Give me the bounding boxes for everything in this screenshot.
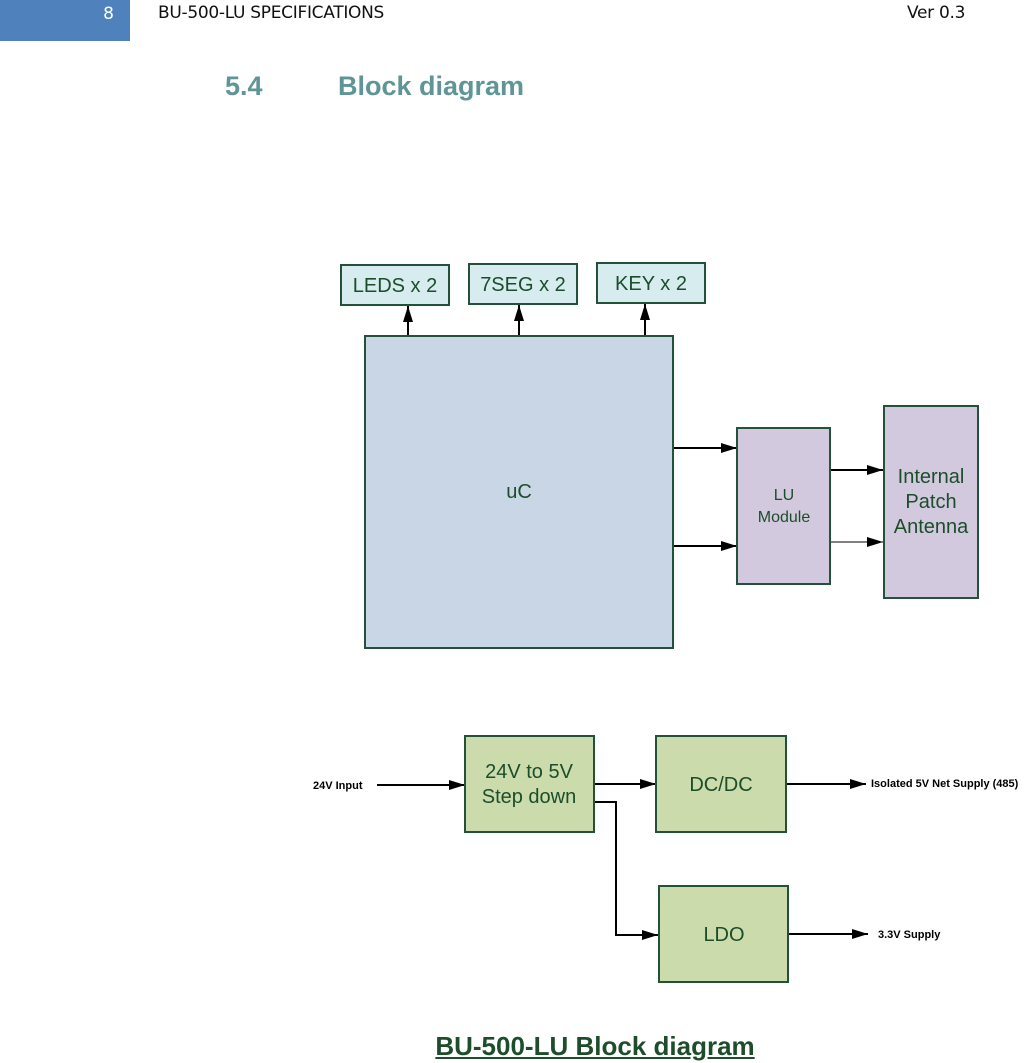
leds-label: LEDS x 2 (353, 275, 437, 297)
uc-block: uC (364, 335, 674, 649)
step-down-label-line1: 24V to 5V (485, 761, 574, 783)
key-block: KEY x 2 (596, 262, 706, 304)
7seg-label: 7SEG x 2 (480, 274, 566, 296)
ldo-label: LDO (703, 924, 744, 946)
arrow-stepdown-to-ldo (595, 801, 658, 940)
7seg-block: 7SEG x 2 (468, 263, 578, 305)
antenna-label-line2: Patch (905, 491, 956, 513)
uc-label: uC (506, 481, 532, 503)
lu-module-label-line2: Module (758, 509, 811, 526)
block-diagram: LEDS x 2 7SEG x 2 KEY x 2 uC LU Module I… (313, 262, 1019, 983)
antenna-label-line1: Internal (898, 466, 965, 488)
lu-module-label-line1: LU (774, 487, 794, 504)
leds-block: LEDS x 2 (340, 264, 450, 306)
input-24v-label: 24V Input (313, 780, 363, 792)
dcdc-block: DC/DC (655, 735, 787, 833)
step-down-block: 24V to 5V Step down (464, 735, 595, 833)
ldo-block: LDO (658, 885, 789, 983)
isolated-supply-label: Isolated 5V Net Supply (485) (871, 778, 1019, 790)
antenna-label-line3: Antenna (894, 516, 969, 538)
step-down-label-line2: Step down (482, 786, 577, 808)
antenna-block: Internal Patch Antenna (883, 405, 979, 599)
key-label: KEY x 2 (615, 273, 687, 295)
lu-module-block: LU Module (736, 427, 831, 585)
figure-caption: BU-500-LU Block diagram (435, 1031, 755, 1061)
supply-3v3-label: 3.3V Supply (878, 929, 941, 941)
dcdc-label: DC/DC (689, 774, 752, 796)
